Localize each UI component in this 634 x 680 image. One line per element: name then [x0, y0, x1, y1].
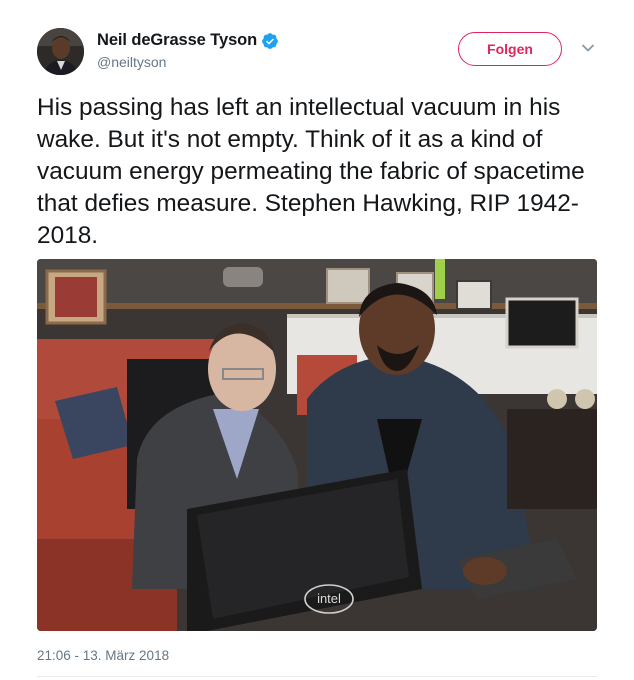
- intel-logo: intel: [317, 591, 341, 606]
- follow-button[interactable]: Folgen: [458, 32, 562, 66]
- tweet-photo[interactable]: intel: [37, 259, 597, 631]
- user-handle[interactable]: @neiltyson: [97, 54, 166, 70]
- tweet-card: Neil deGrasse Tyson @neiltyson Folgen Hi…: [0, 0, 634, 680]
- divider: [37, 676, 597, 677]
- tweet-text: His passing has left an intellectual vac…: [37, 94, 585, 249]
- tweet-timestamp[interactable]: 21:06 - 13. März 2018: [37, 648, 169, 663]
- user-name-row: Neil deGrasse Tyson: [97, 31, 279, 50]
- display-name[interactable]: Neil deGrasse Tyson: [97, 31, 257, 50]
- verified-badge-icon: [261, 32, 279, 50]
- chevron-down-icon[interactable]: [580, 40, 596, 56]
- avatar[interactable]: [37, 28, 84, 75]
